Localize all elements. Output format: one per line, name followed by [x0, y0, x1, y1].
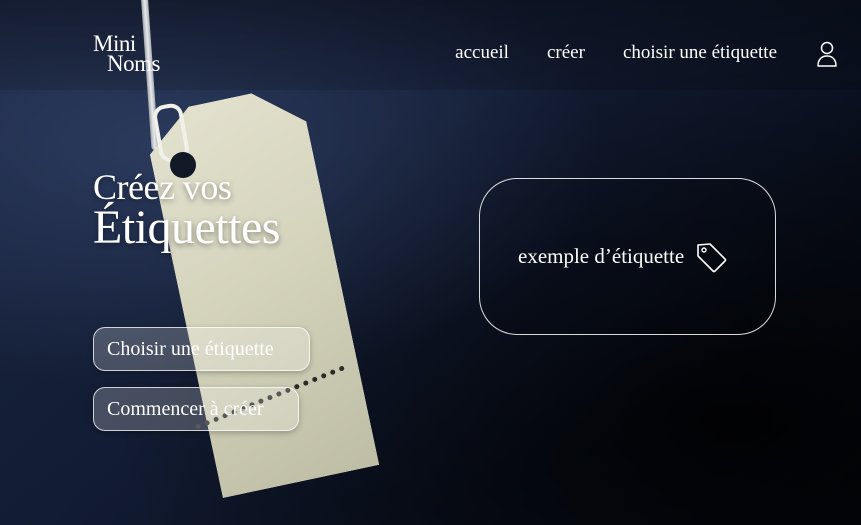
main-nav: accueil créer choisir une étiquette [455, 42, 777, 64]
page: Mini Noms accueil créer choisir une étiq… [0, 0, 861, 525]
user-icon[interactable] [815, 40, 839, 68]
hero-title-big: Étiquettes [93, 201, 280, 254]
nav-item-accueil[interactable]: accueil [455, 42, 509, 64]
example-label-card[interactable]: exemple d’étiquette [479, 178, 776, 335]
tag-icon [694, 240, 728, 274]
logo-line-2: Noms [107, 51, 160, 76]
nav-item-choisir-etiquette[interactable]: choisir une étiquette [623, 42, 777, 64]
start-creating-button[interactable]: Commencer à créer [93, 387, 299, 431]
choose-label-button[interactable]: Choisir une étiquette [93, 327, 310, 371]
example-label-text: exemple d’étiquette [518, 244, 685, 268]
logo[interactable]: Mini Noms [93, 32, 183, 78]
nav-item-creer[interactable]: créer [547, 42, 585, 64]
